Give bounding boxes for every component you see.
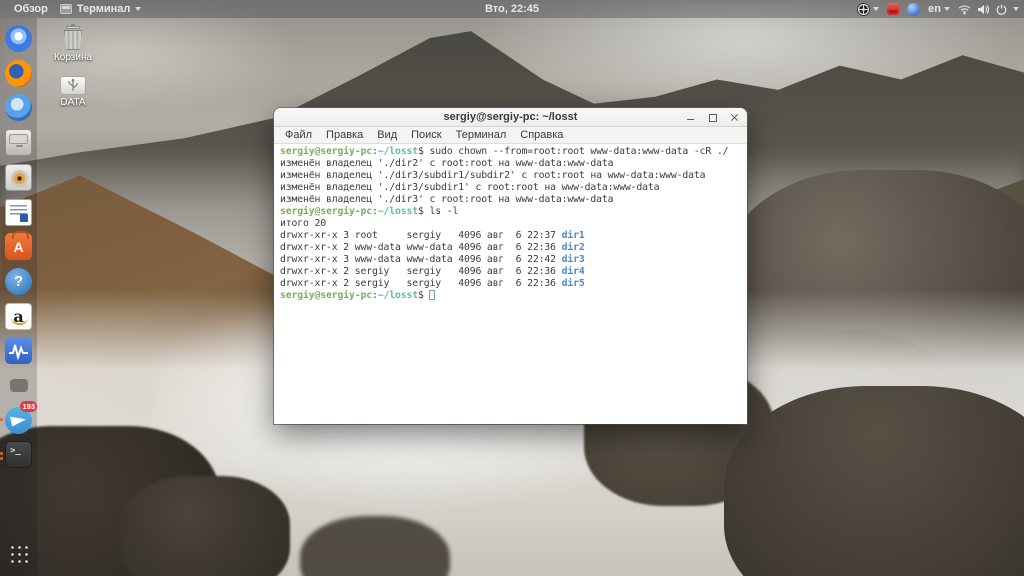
dock-item-thunderbird[interactable] bbox=[4, 93, 33, 122]
terminal-line: sergiy@sergiy-pc:~/losst$ ls -l bbox=[280, 206, 459, 217]
menu-bar: Файл Правка Вид Поиск Терминал Справка bbox=[274, 127, 747, 144]
dock-item-firefox[interactable] bbox=[4, 59, 33, 88]
activities-button[interactable]: Обзор bbox=[14, 3, 48, 15]
menu-edit[interactable]: Правка bbox=[319, 129, 370, 141]
chromium-icon bbox=[5, 25, 32, 52]
terminal-line: изменён владелец './dir3/subdir1' с root… bbox=[280, 182, 660, 193]
waveform-icon bbox=[5, 337, 32, 365]
running-indicator bbox=[0, 457, 3, 461]
volume-icon bbox=[978, 4, 990, 14]
terminal-glyph: >_ bbox=[10, 446, 21, 457]
terminal-line: drwxr-xr-x 3 root sergiy 4096 авг 6 22:3… bbox=[280, 230, 585, 241]
thunderbird-icon bbox=[5, 94, 32, 122]
terminal-line: sergiy@sergiy-pc:~/losst$ sudo chown --f… bbox=[280, 146, 729, 157]
running-indicator bbox=[0, 417, 3, 421]
terminal-line: sergiy@sergiy-pc:~/losst$ bbox=[280, 290, 747, 302]
system-menu-button[interactable] bbox=[958, 4, 1019, 15]
question-mark-icon: ? bbox=[5, 267, 32, 295]
wallpaper-rock bbox=[724, 386, 1024, 576]
power-icon bbox=[996, 4, 1007, 15]
running-indicator bbox=[0, 36, 3, 39]
desktop-icon-trash[interactable]: Корзина bbox=[42, 24, 104, 63]
wifi-icon bbox=[958, 4, 971, 15]
menu-help[interactable]: Справка bbox=[513, 129, 570, 141]
trash-icon bbox=[63, 24, 83, 50]
minimize-button[interactable] bbox=[686, 113, 695, 122]
menu-search[interactable]: Поиск bbox=[404, 129, 448, 141]
terminal-line: drwxr-xr-x 2 sergiy sergiy 4096 авг 6 22… bbox=[280, 266, 585, 277]
app-indicator-icon bbox=[857, 2, 871, 16]
dock-item-system-monitor[interactable] bbox=[4, 336, 33, 365]
dock: A ? a 193 >_ bbox=[0, 18, 37, 576]
dock-item-amazon[interactable]: a bbox=[4, 302, 33, 331]
blue-app-indicator-icon[interactable] bbox=[907, 2, 921, 16]
clock-button[interactable]: Вто, 22:45 bbox=[485, 3, 539, 15]
terminal-window: sergiy@sergiy-pc: ~/losst Файл Правка Ви… bbox=[274, 108, 747, 424]
keyboard-layout-button[interactable]: en bbox=[928, 3, 950, 15]
desktop-icon-label: Корзина bbox=[53, 52, 93, 63]
show-applications-button[interactable] bbox=[4, 539, 33, 568]
dock-item-chromium[interactable] bbox=[0, 24, 33, 53]
dock-item-libreoffice-writer[interactable] bbox=[4, 198, 33, 227]
desktop-icon-label: DATA bbox=[60, 97, 86, 108]
terminal-line: drwxr-xr-x 3 www-data www-data 4096 авг … bbox=[280, 254, 585, 265]
terminal-line: drwxr-xr-x 2 sergiy sergiy 4096 авг 6 22… bbox=[280, 278, 585, 289]
terminal-output[interactable]: sergiy@sergiy-pc:~/losst$ sudo chown --f… bbox=[274, 144, 747, 423]
terminal-window-icon bbox=[59, 4, 72, 14]
chevron-down-icon bbox=[135, 7, 142, 11]
usb-drive-icon bbox=[60, 76, 86, 95]
dock-item-help[interactable]: ? bbox=[4, 267, 33, 296]
focused-app-menu[interactable]: Терминал bbox=[59, 3, 142, 15]
maximize-button[interactable] bbox=[708, 113, 717, 122]
terminal-line: изменён владелец './dir3/subdir1/subdir2… bbox=[280, 170, 706, 181]
terminal-line: drwxr-xr-x 2 www-data www-data 4096 авг … bbox=[280, 242, 585, 253]
notification-badge: 193 bbox=[20, 400, 37, 412]
running-indicator bbox=[0, 452, 3, 456]
wallpaper-rock bbox=[120, 476, 290, 576]
window-title: sergiy@sergiy-pc: ~/losst bbox=[443, 111, 578, 123]
app-indicator-button[interactable] bbox=[857, 2, 880, 16]
chevron-down-icon bbox=[944, 7, 950, 11]
dock-item-rhythmbox[interactable] bbox=[4, 163, 33, 192]
dock-item-terminal[interactable]: >_ bbox=[0, 440, 33, 469]
top-bar: Обзор Терминал Вто, 22:45 en bbox=[0, 0, 1024, 18]
dock-item-telegram[interactable]: 193 bbox=[0, 400, 37, 435]
amazon-icon: a bbox=[5, 302, 32, 330]
file-cabinet-icon bbox=[5, 129, 32, 157]
software-letter: A bbox=[13, 238, 24, 255]
desktop-icons: Корзина DATA bbox=[42, 24, 104, 121]
close-button[interactable] bbox=[730, 113, 739, 122]
chevron-down-icon bbox=[1013, 7, 1019, 11]
red-app-indicator-icon[interactable] bbox=[887, 3, 900, 15]
terminal-line: изменён владелец './dir2' с root:root на… bbox=[280, 158, 614, 169]
chevron-down-icon bbox=[873, 7, 880, 11]
terminal-line: итого 20 bbox=[280, 218, 326, 229]
dock-item-ubuntu-software[interactable]: A bbox=[4, 231, 33, 261]
speaker-icon bbox=[5, 163, 32, 191]
terminal-line: изменён владелец './dir3' с root:root на… bbox=[280, 194, 614, 205]
menu-terminal[interactable]: Терминал bbox=[449, 129, 514, 141]
dock-item-files[interactable] bbox=[4, 128, 33, 157]
apps-grid-icon bbox=[9, 544, 28, 563]
small-app-icon bbox=[9, 379, 28, 392]
software-bag-icon: A bbox=[5, 231, 32, 261]
terminal-prompt-icon: >_ bbox=[5, 441, 32, 469]
menu-file[interactable]: Файл bbox=[278, 129, 319, 141]
window-titlebar[interactable]: sergiy@sergiy-pc: ~/losst bbox=[274, 108, 747, 127]
amazon-letter: a bbox=[13, 306, 24, 326]
help-glyph: ? bbox=[13, 272, 24, 290]
document-icon bbox=[5, 198, 32, 226]
keyboard-layout-label: en bbox=[928, 3, 941, 15]
firefox-icon bbox=[5, 59, 32, 87]
dock-item-small-app[interactable] bbox=[4, 371, 33, 400]
desktop-icon-data-drive[interactable]: DATA bbox=[42, 76, 104, 108]
menu-view[interactable]: Вид bbox=[370, 129, 404, 141]
focused-app-label: Терминал bbox=[76, 3, 131, 15]
